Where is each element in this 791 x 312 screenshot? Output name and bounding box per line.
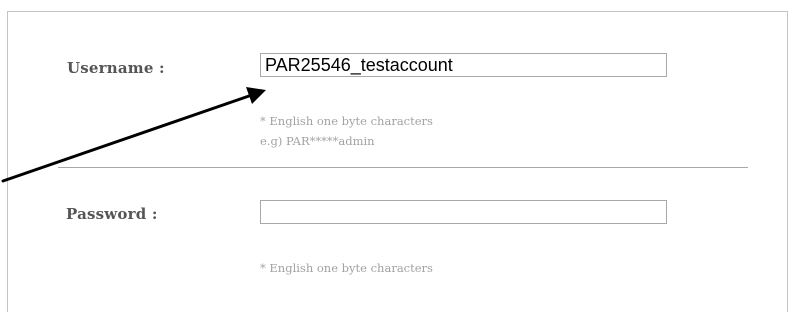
- section-divider: [58, 167, 748, 168]
- page: Username : * English one byte characters…: [0, 0, 791, 312]
- username-hint-charset: * English one byte characters: [260, 114, 433, 128]
- username-label: Username :: [67, 59, 165, 77]
- password-input[interactable]: [260, 200, 667, 224]
- password-hint-charset: * English one byte characters: [260, 261, 433, 275]
- password-label: Password :: [66, 205, 158, 223]
- username-hint-example: e.g) PAR*****admin: [260, 134, 375, 148]
- username-input[interactable]: [260, 53, 667, 77]
